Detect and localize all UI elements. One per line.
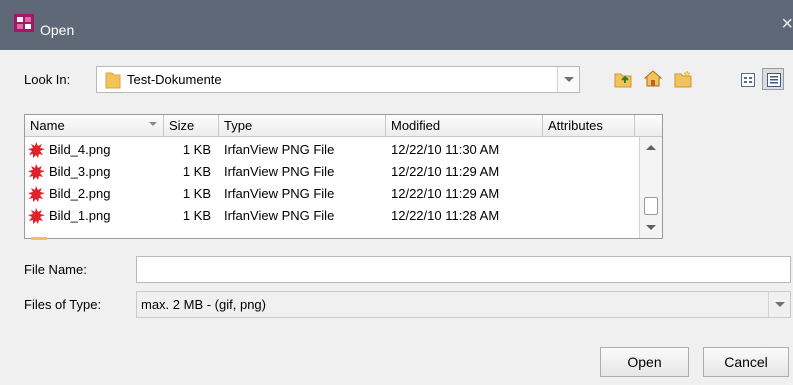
table-row[interactable]: Bild_2.png 1 KB IrfanView PNG File 12/22… — [25, 183, 641, 205]
file-name: Bild_3.png — [49, 164, 111, 179]
file-type-value: max. 2 MB - (gif, png) — [141, 297, 266, 312]
table-row[interactable]: Bild_1.png 1 KB IrfanView PNG File 12/22… — [25, 205, 641, 227]
scroll-down-icon[interactable] — [640, 216, 662, 238]
look-in-combo[interactable]: Test-Dokumente — [96, 66, 580, 93]
chevron-down-icon[interactable] — [768, 292, 790, 317]
up-folder-icon[interactable] — [612, 68, 634, 90]
file-modified: 12/22/10 11:28 AM — [391, 208, 500, 223]
table-row[interactable]: Bild_3.png 1 KB IrfanView PNG File 12/22… — [25, 161, 641, 183]
close-icon[interactable]: × — [775, 14, 793, 34]
column-header-type[interactable]: Type — [219, 115, 386, 137]
column-header-filler — [635, 115, 662, 137]
details-view-button[interactable] — [762, 68, 784, 90]
folder-icon — [105, 72, 121, 89]
file-size: 1 KB — [182, 164, 211, 179]
sort-indicator-icon — [149, 122, 157, 126]
file-type: IrfanView PNG File — [224, 142, 335, 157]
column-attributes-label: Attributes — [548, 118, 603, 133]
list-view-button[interactable] — [736, 68, 758, 90]
column-header-attributes[interactable]: Attributes — [543, 115, 635, 137]
column-modified-label: Modified — [391, 118, 441, 133]
column-header-modified[interactable]: Modified — [386, 115, 543, 137]
file-name: Bild_4.png — [49, 142, 111, 157]
file-type-combo[interactable]: max. 2 MB - (gif, png) — [136, 291, 791, 318]
column-size-label: Size — [169, 118, 195, 133]
file-type: IrfanView PNG File — [224, 164, 335, 179]
window-title: Open — [40, 22, 75, 38]
file-name-input[interactable] — [136, 256, 791, 283]
list-view-icon — [741, 73, 755, 87]
file-type: IrfanView PNG File — [224, 208, 335, 223]
look-in-value: Test-Dokumente — [127, 72, 222, 87]
png-file-icon — [28, 164, 45, 180]
cancel-button[interactable]: Cancel — [703, 347, 789, 377]
column-type-label: Type — [224, 118, 253, 133]
table-header: Name Size Type Modified Attributes — [25, 115, 662, 137]
table-row[interactable]: Bild_4.png 1 KB IrfanView PNG File 12/22… — [25, 139, 641, 161]
png-file-icon — [28, 186, 45, 202]
details-view-icon — [767, 73, 781, 87]
home-icon[interactable] — [642, 68, 664, 90]
vertical-scrollbar[interactable] — [639, 137, 662, 238]
file-type-label: Files of Type: — [24, 297, 102, 312]
title-bar: Open × — [0, 0, 793, 50]
file-modified: 12/22/10 11:30 AM — [391, 142, 500, 157]
app-icon — [14, 14, 34, 32]
new-folder-icon[interactable] — [672, 68, 694, 90]
file-name: Bild_2.png — [49, 186, 111, 201]
png-file-icon — [28, 142, 45, 158]
file-name: Bild_1.png — [49, 208, 111, 223]
open-button[interactable]: Open — [600, 347, 689, 377]
file-modified: 12/22/10 11:29 AM — [391, 186, 500, 201]
png-file-icon — [28, 208, 45, 224]
scroll-thumb[interactable] — [644, 197, 658, 215]
scroll-up-icon[interactable] — [640, 137, 662, 159]
column-name-label: Name — [30, 118, 65, 133]
chevron-down-icon[interactable] — [557, 67, 579, 92]
look-in-label: Look In: — [24, 72, 71, 87]
file-size: 1 KB — [182, 186, 211, 201]
column-header-size[interactable]: Size — [164, 115, 219, 137]
file-name-label: File Name: — [24, 262, 87, 277]
column-header-name[interactable]: Name — [25, 115, 164, 137]
file-size: 1 KB — [182, 208, 211, 223]
file-type: IrfanView PNG File — [224, 186, 335, 201]
file-modified: 12/22/10 11:29 AM — [391, 164, 500, 179]
partial-folder-icon — [31, 237, 47, 240]
file-table: Name Size Type Modified Attributes Bild_… — [24, 114, 663, 239]
file-size: 1 KB — [182, 142, 211, 157]
